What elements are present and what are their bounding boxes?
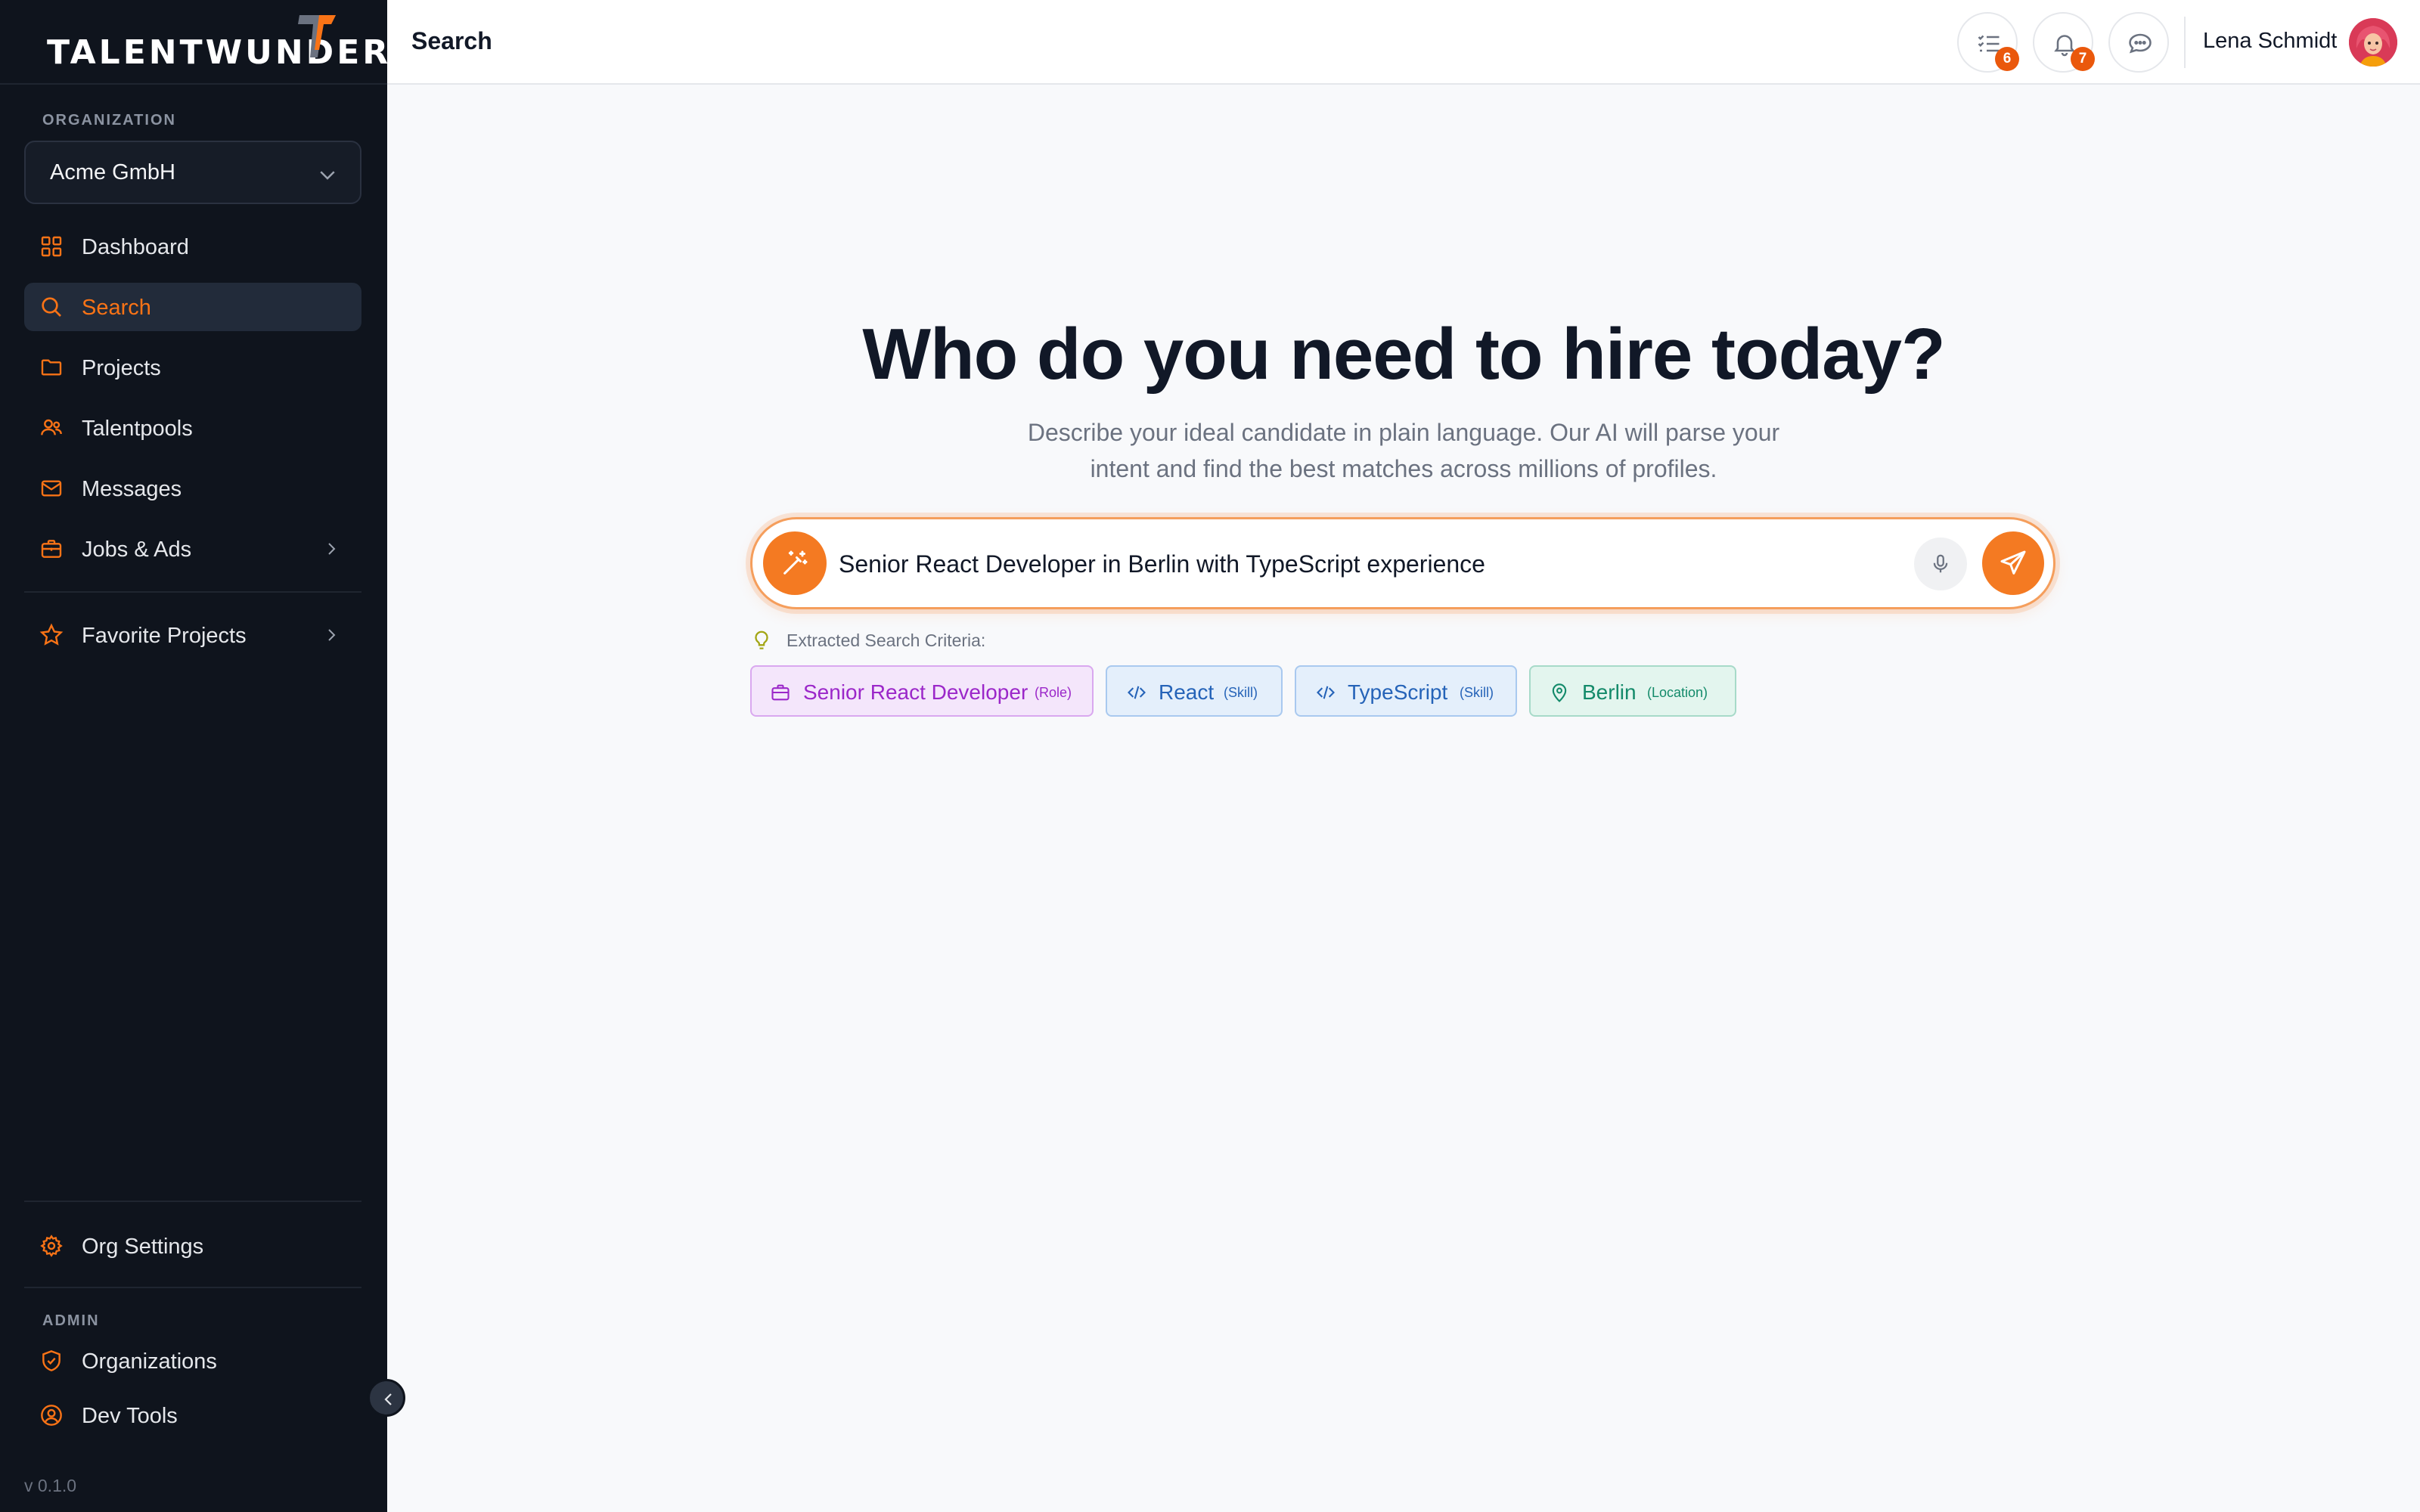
voice-input-button[interactable] xyxy=(1914,538,1967,590)
search-input[interactable] xyxy=(839,545,1897,583)
sidebar-item-organizations[interactable]: Organizations xyxy=(24,1337,361,1385)
chevron-right-icon xyxy=(328,629,336,641)
top-bar: Search 6 7 Lena Schmidt xyxy=(387,0,2420,85)
tasks-button[interactable]: 6 xyxy=(1957,12,2019,73)
chip-label: Senior React Developer xyxy=(803,680,1028,704)
sidebar-item-label: Favorite Projects xyxy=(82,624,247,648)
user-circle-icon xyxy=(41,1405,62,1426)
mail-icon xyxy=(41,480,62,497)
criteria-chip-skill[interactable]: React (Skill) xyxy=(1106,665,1283,717)
sidebar-item-label: Jobs & Ads xyxy=(82,538,192,562)
code-icon xyxy=(1317,686,1335,699)
sidebar-item-label: Projects xyxy=(82,356,161,380)
sidebar-item-talentpools[interactable]: Talentpools xyxy=(24,404,361,452)
sidebar-item-label: Messages xyxy=(82,477,182,501)
collapse-sidebar-button[interactable] xyxy=(368,1379,405,1417)
sidebar-divider xyxy=(24,1201,361,1202)
magic-wand-icon xyxy=(783,550,808,575)
chip-label: Berlin xyxy=(1582,680,1637,704)
sidebar-divider xyxy=(24,591,361,593)
hero-subtitle: Describe your ideal candidate in plain l… xyxy=(387,414,2420,487)
hero-subtitle-line: intent and find the best matches across … xyxy=(1090,455,1717,482)
sidebar-item-dashboard[interactable]: Dashboard xyxy=(24,222,361,271)
sidebar-item-label: Organizations xyxy=(82,1349,217,1374)
microphone-icon xyxy=(1933,554,1948,573)
organization-value: Acme GmbH xyxy=(50,160,175,184)
star-icon xyxy=(39,623,64,646)
chip-type: (Skill) xyxy=(1224,685,1258,700)
chip-type: (Role) xyxy=(1035,685,1072,700)
hero-headline: Who do you need to hire today? xyxy=(862,314,1945,395)
brand-name: TALENTWUNDER xyxy=(47,33,392,72)
chip-type: (Skill) xyxy=(1460,685,1494,700)
criteria-chip-skill[interactable]: TypeScript (Skill) xyxy=(1295,665,1517,717)
chat-button[interactable] xyxy=(2108,12,2169,73)
header-divider xyxy=(2184,17,2186,68)
search-icon xyxy=(42,297,61,317)
sidebar-item-favorite-projects[interactable]: Favorite Projects xyxy=(24,611,361,659)
grid-icon xyxy=(41,236,62,257)
logo[interactable]: TALENTWUNDER xyxy=(0,0,388,85)
shield-icon xyxy=(42,1350,60,1371)
criteria-chip-location[interactable]: Berlin (Location) xyxy=(1529,665,1736,717)
user-name[interactable]: Lena Schmidt xyxy=(2203,29,2337,54)
sidebar-item-messages[interactable]: Messages xyxy=(24,464,361,513)
chat-bubble-icon xyxy=(2129,33,2152,54)
sidebar-item-org-settings[interactable]: Org Settings xyxy=(24,1222,361,1270)
map-pin-icon xyxy=(1552,683,1567,702)
sidebar: TALENTWUNDER ORGANIZATION Acme GmbH Dash… xyxy=(0,0,388,1512)
criteria-chip-role[interactable]: Senior React Developer (Role) xyxy=(750,665,1094,717)
avatar-image xyxy=(2349,18,2397,67)
sidebar-item-label: Talentpools xyxy=(82,417,193,441)
sidebar-divider xyxy=(24,1287,361,1288)
sidebar-item-dev-tools[interactable]: Dev Tools xyxy=(24,1391,361,1439)
chevron-down-icon xyxy=(320,171,335,180)
sidebar-item-jobs-ads[interactable]: Jobs & Ads xyxy=(24,525,361,573)
briefcase-icon xyxy=(41,540,62,558)
gear-icon xyxy=(40,1235,63,1257)
send-icon xyxy=(2000,550,2026,575)
organization-label: ORGANIZATION xyxy=(42,112,176,129)
criteria-label: Extracted Search Criteria: xyxy=(786,631,986,650)
sidebar-item-label: Search xyxy=(82,296,151,320)
ai-search-bar xyxy=(750,517,2055,609)
notifications-button[interactable]: 7 xyxy=(2033,12,2095,73)
brand-mark-icon xyxy=(298,15,336,57)
admin-label: ADMIN xyxy=(42,1312,100,1329)
notifications-count-badge: 7 xyxy=(2071,47,2095,71)
sidebar-item-projects[interactable]: Projects xyxy=(24,343,361,392)
sidebar-item-search[interactable]: Search xyxy=(24,283,361,331)
app-version: v 0.1.0 xyxy=(24,1476,77,1495)
folder-icon xyxy=(41,359,62,376)
chip-label: TypeScript xyxy=(1348,680,1448,704)
hero-subtitle-line: Describe your ideal candidate in plain l… xyxy=(1027,419,1780,446)
users-icon xyxy=(41,419,62,435)
page-title: Search xyxy=(411,27,492,54)
chevron-right-icon xyxy=(328,543,336,555)
submit-search-button[interactable] xyxy=(1982,531,2044,595)
chip-label: React xyxy=(1159,680,1215,704)
code-icon xyxy=(1128,686,1146,699)
avatar[interactable] xyxy=(2349,18,2397,67)
chip-type: (Location) xyxy=(1647,685,1708,700)
sidebar-item-label: Dev Tools xyxy=(82,1404,178,1428)
sidebar-item-label: Dashboard xyxy=(82,235,189,259)
lightbulb-icon xyxy=(755,631,768,649)
sidebar-item-label: Org Settings xyxy=(82,1235,204,1259)
ai-magic-button[interactable] xyxy=(763,531,827,595)
briefcase-icon xyxy=(771,684,790,701)
chevron-left-icon xyxy=(384,1393,392,1405)
tasks-count-badge: 6 xyxy=(1995,47,2019,71)
organization-select[interactable]: Acme GmbH xyxy=(24,141,361,204)
